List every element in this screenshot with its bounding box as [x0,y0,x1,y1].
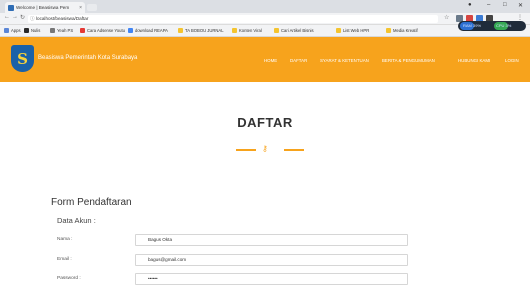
bookmark-item[interactable]: download REAPA [128,27,168,34]
info-icon: ⓘ [30,16,35,21]
bookmark-item[interactable]: Apps [4,27,21,34]
bookmark-icon [50,28,55,33]
nav-login[interactable]: LOGIN [505,58,519,63]
bookmark-label: Nulis [31,28,41,33]
maximize-button[interactable]: □ [503,2,507,8]
bookmark-icon [24,28,29,33]
bookmark-label: Yeah PS [57,28,74,33]
system-monitor: RAM 39% CPU 3% [458,21,526,31]
forward-icon[interactable]: → [12,14,18,20]
city-logo-icon[interactable]: S [11,45,34,72]
form-section-title: Data Akun : [57,216,96,225]
nav-home[interactable]: HOME [264,58,277,63]
nav-hubungi-kami[interactable]: HUBUNGI KAMI [458,58,490,63]
bookmark-icon [336,28,341,33]
title-divider-left [236,149,256,151]
bookmark-item[interactable]: TA BOBOU JURNAL [178,27,224,34]
star-icon[interactable]: ☆ [444,14,449,21]
close-window-button[interactable]: ✕ [518,2,523,9]
bookmark-item[interactable]: Yeah PS [50,27,73,34]
bookmark-icon [178,28,183,33]
form-title: Form Pendaftaran [51,197,132,208]
address-toolbar: ← → ↻ ⓘ localhost/beasiswa/Daftar ☆ ⋮ [0,13,530,25]
browser-tab[interactable]: Welcome | Beasiswa Pem × [5,2,85,13]
password-label: Password : [57,276,81,281]
title-divider-right [284,149,304,151]
menu-icon[interactable]: ⋮ [517,14,523,21]
bookmark-icon [232,28,237,33]
bookmark-label: download REAPA [135,28,168,33]
new-tab-button[interactable] [87,4,97,11]
email-label: Email : [57,257,72,262]
bookmark-icon [4,28,9,33]
bookmark-item[interactable]: Konten Viral [232,27,262,34]
url-text: localhost/beasiswa/Daftar [36,16,89,21]
bookmark-item[interactable]: Media Kreatif [386,27,418,34]
back-icon[interactable]: ← [4,14,10,20]
nama-field[interactable]: Bagus Okta [135,234,408,246]
bookmark-item[interactable]: Cara Adsense Youtu [80,27,125,34]
tab-title: Welcome | Beasiswa Pem [16,5,70,10]
bookmark-label: Apps [11,28,21,33]
bookmark-label: TA BOBOU JURNAL [185,28,224,33]
bookmark-item[interactable]: List Web HPR [336,27,369,34]
email-field[interactable]: bagus@gmail.com [135,254,408,266]
bookmark-icon [80,28,85,33]
bookmarks-bar: Apps Nulis Yeah PS Cara Adsense Youtu downlo… [0,25,530,37]
nama-label: Nama : [57,237,73,242]
bookmark-label: Media Kreatif [393,28,418,33]
nav-syarat-ketentuan[interactable]: SYARAT & KETENTUAN [320,58,369,63]
key-icon: ⚷ [262,144,268,153]
site-header: S Beasiswa Pemerintah Kota Surabaya HOME… [0,37,530,82]
nav-daftar[interactable]: DAFTAR [290,58,307,63]
favicon-icon [8,4,14,11]
bookmark-label: List Web HPR [343,28,370,33]
bookmark-icon [386,28,391,33]
page-title: DAFTAR [237,115,293,130]
tab-close-icon[interactable]: × [79,5,82,11]
bookmark-label: Konten Viral [239,28,262,33]
bookmark-label: Cara Adsense Youtu [87,28,125,33]
bookmark-item[interactable]: Cari Artikel Bisnis [274,27,314,34]
bookmark-label: Cari Artikel Bisnis [281,28,314,33]
bookmark-icon [274,28,279,33]
bookmark-item[interactable]: Nulis [24,27,40,34]
cpu-usage: CPU 3% [496,23,512,28]
minimize-button[interactable]: – [487,2,490,8]
browser-tab-strip: Welcome | Beasiswa Pem × ● – □ ✕ [0,0,530,13]
user-icon[interactable]: ● [468,2,472,8]
bookmark-icon [128,28,133,33]
reload-icon[interactable]: ↻ [20,14,25,21]
password-field[interactable]: •••••• [135,273,408,285]
site-brand[interactable]: Beasiswa Pemerintah Kota Surabaya [38,55,137,61]
ram-usage: RAM 39% [463,23,482,28]
url-bar[interactable]: ⓘ localhost/beasiswa/Daftar [28,15,438,23]
nav-berita-pengumuman[interactable]: BERITA & PENGUMUMAN [382,58,435,63]
